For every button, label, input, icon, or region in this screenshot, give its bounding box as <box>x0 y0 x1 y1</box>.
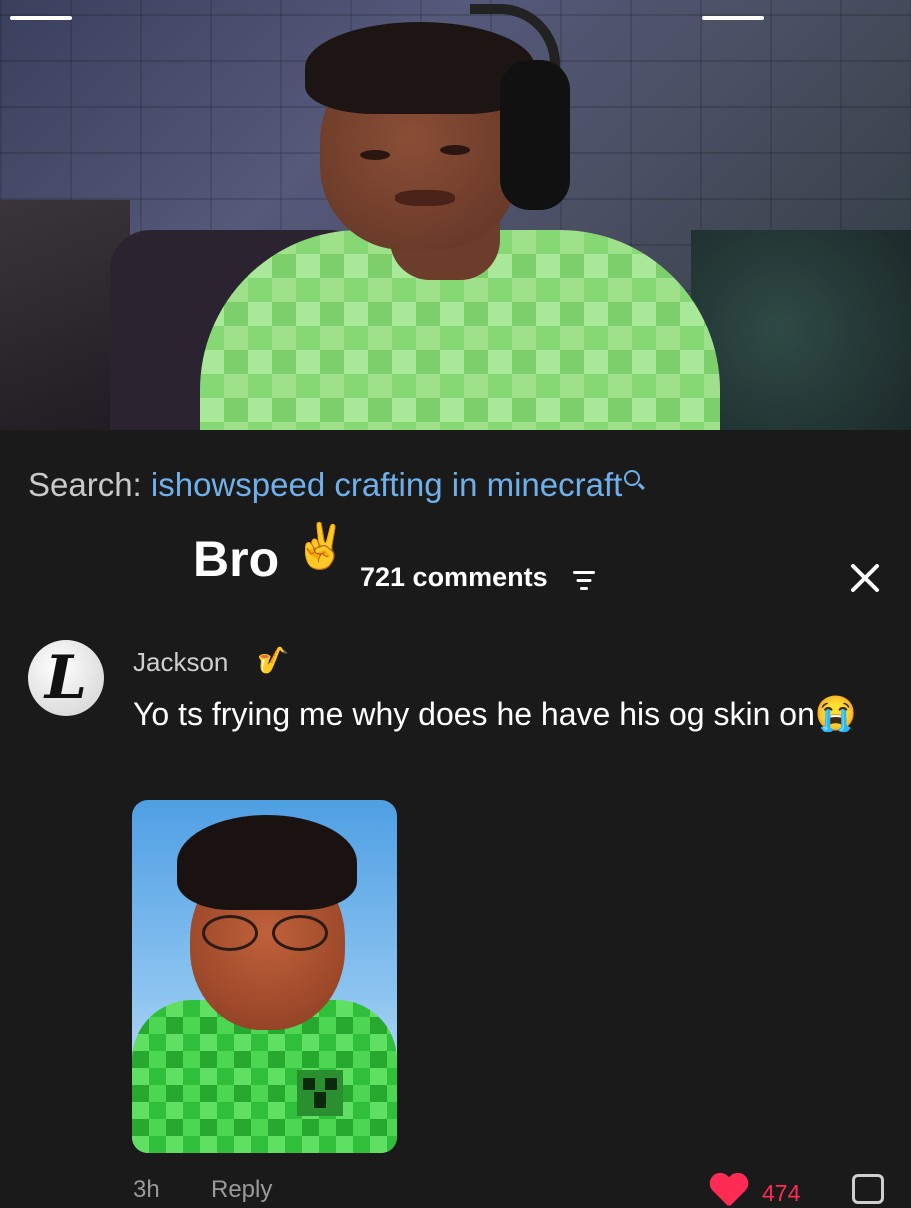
search-query-link[interactable]: ishowspeed crafting in minecraft <box>151 466 622 503</box>
creeper-face-icon <box>297 1070 343 1116</box>
peace-hand-icon: ✌️ <box>293 522 348 571</box>
search-label: Search: <box>28 466 142 503</box>
person-hair <box>177 815 357 910</box>
like-count: 474 <box>762 1180 801 1206</box>
crying-face-icon: 😭 <box>814 695 858 733</box>
comment-timestamp: 3h <box>133 1176 160 1203</box>
progress-indicator <box>10 16 72 20</box>
comment-attached-image[interactable] <box>132 800 397 1153</box>
dislike-icon[interactable] <box>852 1174 884 1204</box>
heart-icon[interactable] <box>709 1174 749 1208</box>
comments-title: Bro <box>193 531 280 587</box>
reply-button[interactable]: Reply <box>211 1176 272 1204</box>
person-mouth <box>395 190 455 206</box>
background-floor <box>691 230 911 430</box>
person-eye <box>440 145 470 155</box>
search-suggestion[interactable]: Search: ishowspeed crafting in minecraft <box>28 466 641 504</box>
close-comments-button[interactable] <box>846 559 884 597</box>
search-icon[interactable] <box>624 470 641 486</box>
person-eye <box>360 150 390 160</box>
video-frame[interactable] <box>0 0 911 430</box>
comment-text: Yo ts frying me why does he have his og … <box>133 690 893 738</box>
comment-username[interactable]: Jackson <box>133 647 228 678</box>
headphones-icon <box>500 60 570 210</box>
sort-filter-icon[interactable] <box>571 569 597 591</box>
glasses-icon <box>202 915 337 951</box>
comment-body: Yo ts frying me why does he have his og … <box>133 696 815 732</box>
comment-count: 721 comments <box>360 562 548 592</box>
saxophone-icon: 🎷 <box>257 645 290 675</box>
avatar-letter: L <box>44 643 88 713</box>
progress-indicator <box>702 16 764 20</box>
avatar[interactable]: L <box>28 640 104 716</box>
